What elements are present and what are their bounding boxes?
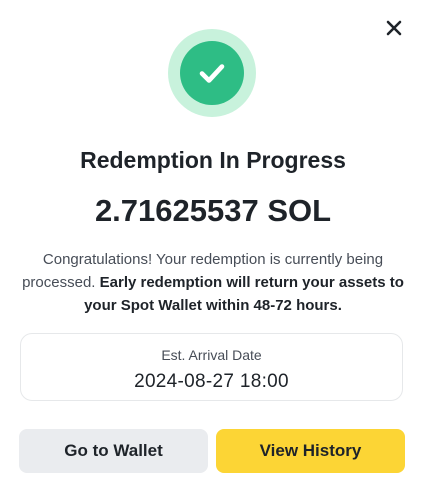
arrival-date-value: 2024-08-27 18:00	[134, 371, 289, 392]
success-status	[168, 29, 256, 117]
modal-title: Redemption In Progress	[80, 147, 346, 173]
redemption-amount: 2.71625537 SOL	[94, 193, 332, 228]
redemption-modal: Redemption In Progress 2.71625537 SOL Co…	[0, 0, 426, 495]
arrival-date-card: Est. Arrival Date 2024-08-27 18:00	[20, 333, 403, 401]
close-icon	[386, 20, 402, 41]
status-message: Congratulations! Your redemption is curr…	[18, 248, 408, 317]
close-button[interactable]	[384, 20, 404, 40]
check-circle-icon	[180, 41, 244, 105]
go-to-wallet-button[interactable]: Go to Wallet	[19, 429, 208, 473]
view-history-button[interactable]: View History	[216, 429, 405, 473]
message-emphasis: Early redemption will return your assets…	[84, 274, 404, 314]
arrival-date-label: Est. Arrival Date	[161, 347, 262, 363]
